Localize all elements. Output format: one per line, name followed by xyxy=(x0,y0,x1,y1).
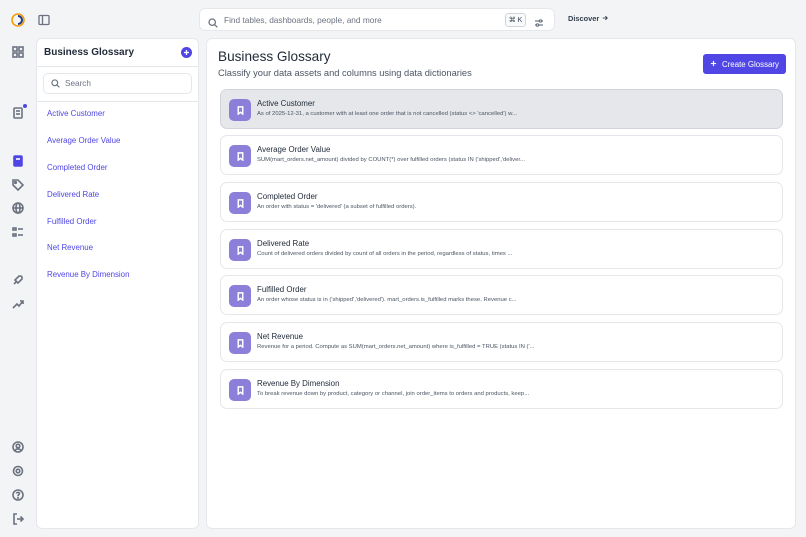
logout-icon[interactable] xyxy=(12,513,24,525)
glossary-card-description: Revenue for a period. Compute as SUM(mar… xyxy=(257,344,535,350)
bookmark-icon xyxy=(229,239,251,261)
glossary-card-description: As of 2025-12-31, a customer with at lea… xyxy=(257,111,517,117)
glossary-card-title: Revenue By Dimension xyxy=(257,379,340,388)
bookmark-icon xyxy=(229,145,251,167)
grid-icon[interactable] xyxy=(12,46,24,58)
global-search-input[interactable]: Find tables, dashboards, people, and mor… xyxy=(224,15,505,25)
global-search-bar[interactable]: Find tables, dashboards, people, and mor… xyxy=(199,8,555,31)
glossary-search-placeholder: Search xyxy=(65,79,91,88)
glossary-item-delivered-rate[interactable]: Delivered Rate xyxy=(47,190,99,199)
glossary-card[interactable]: Revenue By Dimension To break revenue do… xyxy=(220,369,783,409)
settings-icon[interactable] xyxy=(12,465,24,477)
filter-icon[interactable] xyxy=(534,15,544,27)
glossary-list-panel: Business Glossary Search Active Customer… xyxy=(36,38,199,529)
glossary-card[interactable]: Active Customer As of 2025-12-31, a cust… xyxy=(220,89,783,129)
search-icon xyxy=(51,79,60,88)
glossary-card[interactable]: Completed Order An order with status = '… xyxy=(220,182,783,222)
glossary-item-average-order-value[interactable]: Average Order Value xyxy=(47,136,120,145)
bookmark-icon xyxy=(229,332,251,354)
glossary-card-description: An order with status = 'delivered' (a su… xyxy=(257,204,417,210)
user-icon[interactable] xyxy=(12,441,24,453)
glossary-card[interactable]: Average Order Value SUM(mart_orders.net_… xyxy=(220,135,783,175)
bookmark-icon xyxy=(229,379,251,401)
bookmark-icon xyxy=(229,285,251,307)
shortcut-badge: ⌘ K xyxy=(505,12,526,27)
main-panel: Business Glossary Classify your data ass… xyxy=(206,38,796,529)
search-icon xyxy=(208,15,218,28)
logo-icon[interactable] xyxy=(11,13,25,27)
glossary-card-description: SUM(mart_orders.net_amount) divided by C… xyxy=(257,157,525,163)
glossary-item-active-customer[interactable]: Active Customer xyxy=(47,109,105,118)
glossary-panel-title: Business Glossary xyxy=(44,47,135,58)
page-subtitle: Classify your data assets and columns us… xyxy=(218,68,472,78)
glossary-item-completed-order[interactable]: Completed Order xyxy=(47,163,108,172)
glossary-card-title: Average Order Value xyxy=(257,145,331,154)
glossary-card-title: Fulfilled Order xyxy=(257,285,307,294)
divider xyxy=(37,101,198,102)
discover-link[interactable]: Discover xyxy=(568,14,609,23)
glossary-card-description: Count of delivered orders divided by cou… xyxy=(257,251,513,257)
glossary-icon[interactable] xyxy=(12,155,24,167)
create-glossary-label: Create Glossary xyxy=(721,59,779,69)
bookmark-icon xyxy=(229,192,251,214)
glossary-card-title: Delivered Rate xyxy=(257,239,310,248)
divider xyxy=(37,66,198,67)
discover-label: Discover xyxy=(568,14,600,23)
glossary-card[interactable]: Delivered Rate Count of delivered orders… xyxy=(220,229,783,269)
glossary-card[interactable]: Net Revenue Revenue for a period. Comput… xyxy=(220,322,783,362)
glossary-card-title: Active Customer xyxy=(257,99,315,108)
plus-icon xyxy=(710,60,717,69)
glossary-card-title: Completed Order xyxy=(257,192,318,201)
help-icon[interactable] xyxy=(12,489,24,501)
add-glossary-button[interactable] xyxy=(181,47,192,58)
arrow-right-icon xyxy=(602,14,609,23)
glossary-item-net-revenue[interactable]: Net Revenue xyxy=(47,243,93,252)
glossary-search-input[interactable]: Search xyxy=(43,73,192,94)
notes-icon[interactable] xyxy=(12,104,27,119)
list-icon[interactable] xyxy=(12,226,24,238)
tag-icon[interactable] xyxy=(12,179,24,191)
page-title: Business Glossary xyxy=(218,49,331,64)
icon-rail xyxy=(0,0,36,537)
trend-icon[interactable] xyxy=(12,298,24,310)
globe-icon[interactable] xyxy=(12,202,24,214)
glossary-item-fulfilled-order[interactable]: Fulfilled Order xyxy=(47,217,97,226)
rocket-icon[interactable] xyxy=(12,274,24,286)
glossary-item-revenue-by-dimension[interactable]: Revenue By Dimension xyxy=(47,270,129,279)
glossary-card[interactable]: Fulfilled Order An order whose status is… xyxy=(220,275,783,315)
glossary-card-description: To break revenue down by product, catego… xyxy=(257,391,530,397)
bookmark-icon xyxy=(229,99,251,121)
notification-dot xyxy=(23,104,27,108)
create-glossary-button[interactable]: Create Glossary xyxy=(703,54,786,74)
glossary-card-description: An order whose status is in ('shipped','… xyxy=(257,297,517,303)
sidebar-toggle-icon[interactable] xyxy=(38,13,50,26)
glossary-card-title: Net Revenue xyxy=(257,332,304,341)
